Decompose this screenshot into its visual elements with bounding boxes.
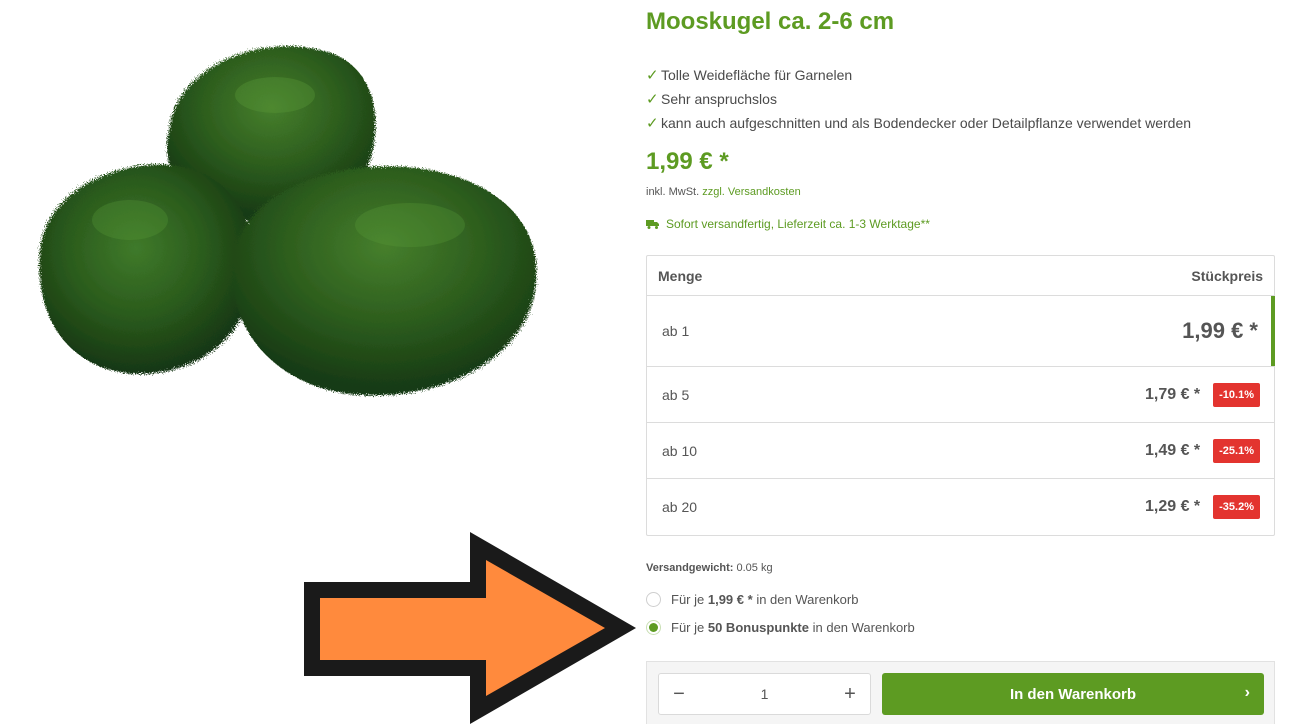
table-row[interactable]: ab 5 1,79 € * -10.1% xyxy=(647,367,1274,423)
feature-item: ✓ Sehr anspruchslos xyxy=(646,87,1191,111)
row-price: 1,79 € * xyxy=(1144,385,1201,403)
header-unit-price: Stückpreis xyxy=(1191,267,1263,284)
option-suffix: in den Warenkorb xyxy=(812,620,915,635)
row-quantity: ab 1 xyxy=(662,323,690,339)
product-price: 1,99 € * xyxy=(646,148,729,175)
truck-icon xyxy=(646,220,659,229)
checkmark-icon: ✓ xyxy=(646,67,659,84)
plus-icon[interactable]: + xyxy=(830,674,870,714)
checkmark-icon: ✓ xyxy=(646,91,659,108)
add-to-cart-label: In den Warenkorb xyxy=(1009,685,1137,703)
option-pay-bonus-points[interactable]: Für je 50 Bonuspunkte in den Warenkorb xyxy=(646,620,915,635)
tax-info: inkl. MwSt. zzgl. Versandkosten xyxy=(646,186,801,198)
feature-list: ✓ Tolle Weidefläche für Garnelen ✓ Sehr … xyxy=(646,63,1191,135)
feature-item: ✓ Tolle Weidefläche für Garnelen xyxy=(646,63,1191,87)
delivery-text: Sofort versandfertig, Lieferzeit ca. 1-3… xyxy=(666,217,930,231)
option-prefix: Für je xyxy=(671,620,705,635)
shipping-costs-link[interactable]: zzgl. Versandkosten xyxy=(702,186,800,198)
checkmark-icon: ✓ xyxy=(646,115,659,132)
block-price-table: Menge Stückpreis ab 1 1,99 € * ab 5 1,79… xyxy=(646,255,1275,536)
add-to-cart-button[interactable]: In den Warenkorb › xyxy=(882,673,1264,715)
delivery-info: Sofort versandfertig, Lieferzeit ca. 1-3… xyxy=(646,217,930,231)
shipping-weight: Versandgewicht: 0.05 kg xyxy=(646,562,773,574)
table-row[interactable]: ab 1 1,99 € * xyxy=(647,296,1275,367)
weight-value: 0.05 kg xyxy=(736,562,773,574)
table-row[interactable]: ab 20 1,29 € * -35.2% xyxy=(647,479,1274,535)
discount-badge: -25.1% xyxy=(1213,438,1260,463)
header-quantity: Menge xyxy=(658,267,703,284)
minus-icon[interactable]: − xyxy=(659,674,699,714)
table-row[interactable]: ab 10 1,49 € * -25.1% xyxy=(647,423,1274,479)
feature-text: Sehr anspruchslos xyxy=(661,91,777,107)
feature-item: ✓ kann auch aufgeschnitten und als Boden… xyxy=(646,111,1191,135)
chevron-right-icon: › xyxy=(1244,684,1250,701)
row-quantity: ab 5 xyxy=(662,386,690,403)
table-header: Menge Stückpreis xyxy=(647,256,1274,296)
option-amount: 50 Bonuspunkte xyxy=(707,620,809,635)
row-price: 1,29 € * xyxy=(1144,498,1201,515)
discount-badge: -10.1% xyxy=(1213,382,1260,407)
annotation-arrow-icon xyxy=(304,532,636,724)
radio-pay-money[interactable] xyxy=(646,592,661,607)
product-title: Mooskugel ca. 2-6 cm xyxy=(646,8,895,35)
row-price: 1,99 € * xyxy=(1182,318,1258,343)
feature-text: Tolle Weidefläche für Garnelen xyxy=(661,67,853,83)
quantity-stepper: − 1 + xyxy=(658,673,871,715)
tax-prefix: inkl. MwSt. xyxy=(646,186,700,198)
radio-pay-bonus-points[interactable] xyxy=(646,620,661,635)
option-text: Für je 1,99 € * in den Warenkorb xyxy=(671,592,858,607)
row-quantity: ab 20 xyxy=(662,499,698,515)
option-pay-money[interactable]: Für je 1,99 € * in den Warenkorb xyxy=(646,592,858,607)
quantity-input[interactable]: 1 xyxy=(761,686,769,702)
discount-badge: -35.2% xyxy=(1213,495,1260,519)
product-image[interactable] xyxy=(20,20,580,420)
option-amount: 1,99 € * xyxy=(707,592,753,607)
weight-label: Versandgewicht: xyxy=(646,562,734,574)
option-text: Für je 50 Bonuspunkte in den Warenkorb xyxy=(671,620,915,635)
row-price: 1,49 € * xyxy=(1144,441,1201,459)
option-suffix: in den Warenkorb xyxy=(756,592,859,607)
feature-text: kann auch aufgeschnitten und als Bodende… xyxy=(661,115,1192,131)
option-prefix: Für je xyxy=(671,592,705,607)
product-page: Mooskugel ca. 2-6 cm ✓ Tolle Weidefläche… xyxy=(0,0,1309,724)
buy-box: − 1 + In den Warenkorb › xyxy=(646,661,1275,724)
row-quantity: ab 10 xyxy=(662,442,698,459)
